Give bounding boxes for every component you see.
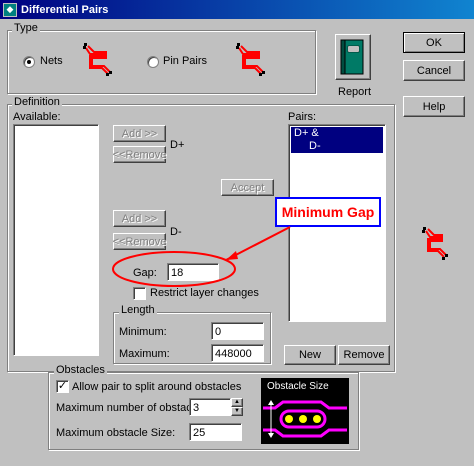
maximum-field[interactable]: 448000 [211,344,264,362]
pairs-row[interactable]: D- [291,140,383,153]
pairs-row[interactable]: D+ & [291,127,383,140]
nets-radio-label[interactable]: Nets [40,55,63,67]
remove-dplus-button[interactable]: <<Remove [113,146,166,163]
window-title: Differential Pairs [21,3,109,16]
max-obstacles-label: Maximum number of obstacles: [56,402,209,414]
length-group-label: Length [119,304,157,316]
allow-split-checkbox[interactable]: ✓ [56,380,69,393]
nets-radio[interactable] [23,56,35,68]
type-group-label: Type [12,22,40,34]
definition-group-label: Definition [12,96,62,108]
obstacle-trace-icon [263,400,347,438]
max-obstacle-size-field[interactable]: 25 [189,423,242,441]
pairs-label: Pairs: [288,111,317,123]
accept-button[interactable]: Accept [221,179,274,196]
nets-trace-icon [83,43,112,76]
max-obstacles-field[interactable]: 3 [189,398,231,416]
pin-pairs-radio[interactable] [147,56,159,68]
report-label: Report [338,86,372,98]
gap-label: Gap: [133,267,157,279]
dminus-label: D- [170,226,182,238]
max-obstacles-spinner[interactable]: ▲ ▼ [231,398,243,416]
radio-dot [27,60,31,64]
spin-down-icon[interactable]: ▼ [231,407,243,416]
minimum-field[interactable]: 0 [211,322,264,340]
allow-split-label[interactable]: Allow pair to split around obstacles [72,381,241,393]
spin-up-icon[interactable]: ▲ [231,398,243,407]
maximum-label: Maximum: [119,348,170,360]
ok-button[interactable]: OK [403,32,465,53]
available-listbox[interactable] [13,124,99,356]
available-label: Available: [13,111,61,123]
dplus-label: D+ [170,139,185,151]
minimum-label: Minimum: [119,326,167,338]
title-bar: ◆ Differential Pairs [0,0,474,19]
help-button[interactable]: Help [403,96,465,117]
obstacle-size-preview: Obstacle Size [261,378,349,444]
minimum-gap-callout: Minimum Gap [275,197,381,227]
cancel-button[interactable]: Cancel [403,60,465,81]
add-dplus-button[interactable]: Add >> [113,125,166,142]
report-button[interactable] [335,34,371,80]
gap-field[interactable]: 18 [167,263,219,281]
pair-trace-icon [422,227,448,260]
app-icon: ◆ [3,2,17,17]
remove-dminus-button[interactable]: <<Remove [113,233,166,250]
restrict-layer-checkbox[interactable] [133,287,146,300]
obstacles-group-label: Obstacles [54,364,107,376]
report-book-icon [340,39,364,75]
pin-pairs-trace-icon [236,43,265,76]
pin-pairs-radio-label[interactable]: Pin Pairs [163,55,207,67]
restrict-layer-label[interactable]: Restrict layer changes [150,287,259,299]
add-dminus-button[interactable]: Add >> [113,210,166,227]
remove-pair-button[interactable]: Remove [338,345,390,365]
new-pair-button[interactable]: New [284,345,336,365]
max-obstacle-size-label: Maximum obstacle Size: [56,427,176,439]
